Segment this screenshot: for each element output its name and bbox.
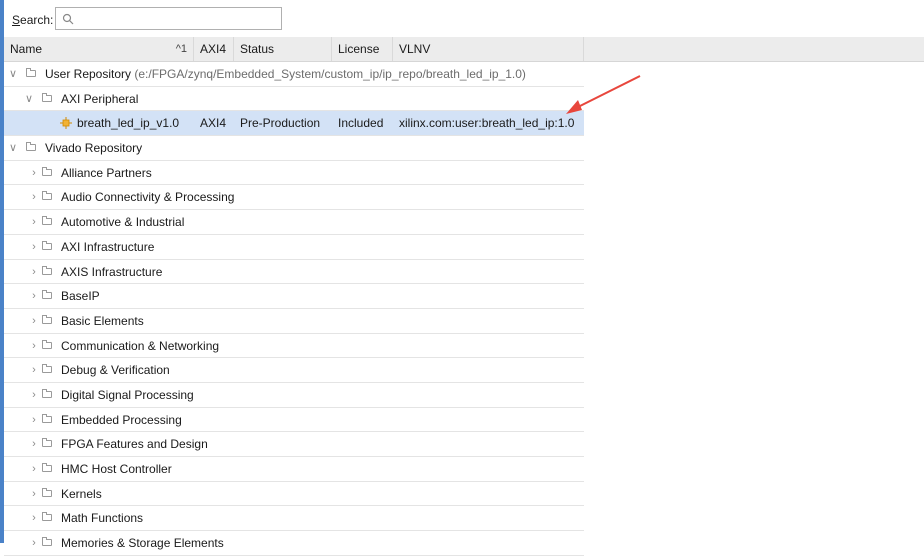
tree-row-category[interactable]: › Alliance Partners <box>4 161 584 186</box>
tree-row-user-repository[interactable]: ∨ User Repository (e:/FPGA/zynq/Embedded… <box>4 62 584 87</box>
folder-icon <box>42 463 52 472</box>
tree-row-label: Automotive & Industrial <box>61 215 185 230</box>
chevron-right-icon[interactable]: › <box>28 432 40 456</box>
tree-row-category[interactable]: › Embedded Processing <box>4 408 584 433</box>
column-header-axi4[interactable]: AXI4 <box>194 37 234 61</box>
chevron-right-icon[interactable]: › <box>28 210 40 234</box>
tree-row-label: Embedded Processing <box>61 412 182 427</box>
chevron-right-icon[interactable]: › <box>28 408 40 432</box>
column-header-vlnv[interactable]: VLNV <box>393 37 584 61</box>
search-input[interactable] <box>78 10 277 29</box>
tree-row-category[interactable]: › AXI Infrastructure <box>4 235 584 260</box>
folder-icon <box>42 512 52 522</box>
tree-row-label: Digital Signal Processing <box>61 387 194 402</box>
search-box[interactable] <box>55 7 282 30</box>
chevron-right-icon[interactable]: › <box>28 506 40 530</box>
tree-row-breath-led-ip[interactable]: breath_led_ip_v1.0 AXI4 Pre-Production I… <box>4 111 584 137</box>
tree-row-label: AXIS Infrastructure <box>61 264 163 279</box>
chevron-right-icon[interactable]: › <box>28 161 40 185</box>
chevron-right-icon[interactable]: › <box>28 185 40 209</box>
tree-row-label: HMC Host Controller <box>61 462 172 476</box>
tree-row-label: BaseIP <box>61 289 100 304</box>
folder-icon <box>42 487 52 497</box>
chevron-right-icon[interactable]: › <box>28 235 40 259</box>
folder-icon <box>42 191 52 201</box>
ip-license: Included <box>338 116 384 131</box>
folder-icon <box>42 92 52 102</box>
search-label: Search: <box>12 13 54 27</box>
ip-status: Pre-Production <box>240 116 321 131</box>
tree-row-label: Math Functions <box>61 511 144 526</box>
tree-row-label: User Repository (e:/FPGA/zynq/Embedded_S… <box>45 67 526 81</box>
folder-icon <box>42 413 52 423</box>
ip-vlnv: xilinx.com:user:breath_led_ip:1.0 <box>399 116 575 131</box>
tree-row-label: Debug & Verification <box>61 363 170 378</box>
folder-icon <box>42 290 52 300</box>
column-header-name[interactable]: Name ^1 <box>4 37 194 61</box>
chevron-right-icon[interactable]: › <box>28 334 40 358</box>
tree-row-category[interactable]: › Memories & Storage Elements <box>4 531 584 556</box>
search-bar: Search: <box>4 0 924 37</box>
repository-path: (e:/FPGA/zynq/Embedded_System/custom_ip/… <box>134 67 526 81</box>
column-header-license[interactable]: License <box>332 37 393 61</box>
sort-indicator: ^1 <box>175 43 187 55</box>
tree-row-category[interactable]: › Debug & Verification <box>4 358 584 383</box>
folder-icon <box>42 240 52 250</box>
tree-row-label: AXI Infrastructure <box>61 239 155 254</box>
chevron-right-icon[interactable]: › <box>28 284 40 308</box>
folder-icon <box>42 364 52 374</box>
folder-icon <box>42 314 52 324</box>
tree-row-label: Vivado Repository <box>45 141 143 156</box>
tree-row-category[interactable]: › Kernels <box>4 482 584 507</box>
folder-icon <box>26 68 36 77</box>
tree-row-category[interactable]: › Audio Connectivity & Processing <box>4 185 584 211</box>
folder-icon <box>42 339 52 349</box>
chevron-down-icon[interactable]: ∨ <box>7 136 19 160</box>
folder-icon <box>42 438 52 448</box>
ip-name: breath_led_ip_v1.0 <box>77 116 180 131</box>
tree-row-category[interactable]: › Communication & Networking <box>4 334 584 359</box>
tree-row-category[interactable]: › AXIS Infrastructure <box>4 260 584 285</box>
tree-row-category[interactable]: › BaseIP <box>4 284 584 309</box>
folder-icon <box>42 265 52 275</box>
tree-row-label: FPGA Features and Design <box>61 437 208 452</box>
tree-row-category[interactable]: › Basic Elements <box>4 309 584 334</box>
chevron-down-icon[interactable]: ∨ <box>7 62 19 86</box>
tree-row-category[interactable]: › Math Functions <box>4 506 584 532</box>
annotation-arrow-icon <box>566 75 641 114</box>
search-icon <box>62 13 74 25</box>
tree-row-vivado-repository[interactable]: ∨ Vivado Repository <box>4 136 584 161</box>
tree-row-label: Communication & Networking <box>61 338 220 353</box>
tree-row-label: Basic Elements <box>61 313 144 328</box>
folder-icon <box>42 388 52 398</box>
tree-row-category[interactable]: › Automotive & Industrial <box>4 210 584 235</box>
folder-icon <box>26 142 36 152</box>
chevron-right-icon[interactable]: › <box>28 457 40 481</box>
chevron-right-icon[interactable]: › <box>28 383 40 407</box>
column-header-status[interactable]: Status <box>234 37 332 61</box>
tree-row-label: Audio Connectivity & Processing <box>61 190 235 205</box>
tree-row-label: Alliance Partners <box>61 165 152 180</box>
ip-axi4: AXI4 <box>200 116 227 131</box>
tree-row-label: Kernels <box>61 486 102 501</box>
tree-row-label: Memories & Storage Elements <box>61 536 224 551</box>
tree-row-axi-peripheral[interactable]: ∨ AXI Peripheral <box>4 87 584 112</box>
folder-icon <box>42 166 52 176</box>
chevron-right-icon[interactable]: › <box>28 260 40 284</box>
tree-row-category[interactable]: › HMC Host Controller <box>4 457 584 482</box>
ip-catalog-tree: ∨ User Repository (e:/FPGA/zynq/Embedded… <box>4 62 584 556</box>
chevron-right-icon[interactable]: › <box>28 309 40 333</box>
tree-row-label: AXI Peripheral <box>61 91 139 106</box>
chevron-down-icon[interactable]: ∨ <box>23 87 35 111</box>
tree-row-category[interactable]: › FPGA Features and Design <box>4 432 584 457</box>
table-header: Name ^1 AXI4 Status License VLNV <box>4 37 924 62</box>
chevron-right-icon[interactable]: › <box>28 531 40 555</box>
tree-row-category[interactable]: › Digital Signal Processing <box>4 383 584 408</box>
folder-icon <box>42 216 52 226</box>
ip-core-icon <box>60 117 72 130</box>
chevron-right-icon[interactable]: › <box>28 482 40 506</box>
chevron-right-icon[interactable]: › <box>28 358 40 382</box>
